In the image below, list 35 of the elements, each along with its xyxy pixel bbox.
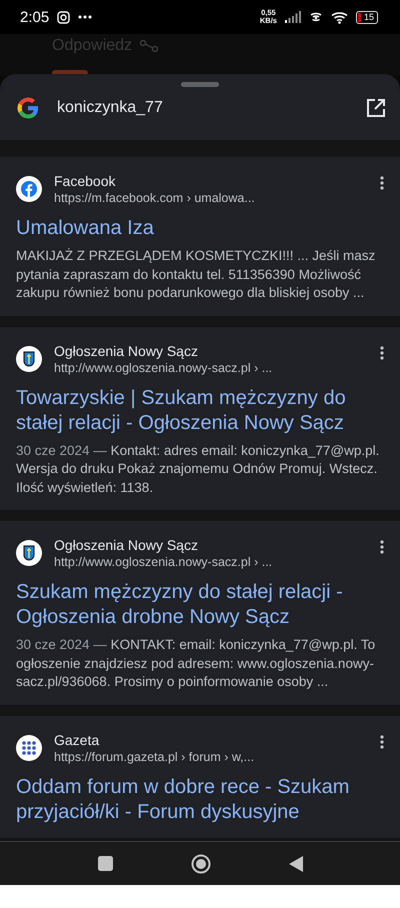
more-notifications-icon: [78, 15, 92, 19]
more-options-icon[interactable]: [380, 734, 384, 748]
result-url: https://forum.gazeta.pl › forum › w,...: [54, 748, 256, 766]
result-url: http://www.ogloszenia.nowy-sacz.pl › ...: [54, 554, 274, 571]
site-name: Ogłoszenia Nowy Sącz: [54, 536, 199, 554]
google-logo-icon: [17, 97, 39, 119]
hotspot-icon: [308, 10, 323, 24]
result-title-link[interactable]: Umalowana Iza: [16, 216, 384, 241]
site-name: Gazeta: [54, 730, 100, 748]
dots-logo-icon: [16, 734, 42, 760]
more-options-icon[interactable]: [380, 540, 384, 554]
facebook-logo-icon: [16, 176, 42, 202]
drag-handle[interactable]: [181, 82, 219, 87]
crest-logo-icon: [16, 540, 42, 566]
status-time: 2:05: [20, 8, 50, 26]
share-icon: [140, 40, 158, 52]
result-title-link[interactable]: Szukam mężczyzny do stałej relacji - Ogłoszenia drobne Nowy Sącz: [16, 580, 384, 630]
result-snippet: 30 cze 2024 — Kontakt: adres email: koniczynka_77@wp.pl. Wersja do druku Pokaż znajomemu Odnów Promuj. Wstecz. Ilość wyświetleń: 1138.: [16, 442, 380, 497]
result-url: https://m.facebook.com › umalowa...: [54, 190, 256, 207]
site-name: Ogłoszenia Nowy Sącz: [54, 342, 199, 360]
crest-logo-icon: [16, 346, 42, 372]
result-url: http://www.ogloszenia.nowy-sacz.pl › ...: [54, 360, 274, 376]
signal-icon: [284, 11, 301, 23]
result-snippet: 30 cze 2024 — KONTAKT: email: koniczynka_77@wp.pl. To ogłoszenie znajdziesz pod adresem: www.ogloszenia.nowy-sacz.pl/936068. Prosimy o poinformowanie osoby ...: [16, 636, 376, 691]
camera-app-icon: [57, 10, 70, 24]
result-snippet: MAKIJAŻ Z PRZEGLĄDEM KOSMETYCZKI!!! ... Jeśli masz pytania zapraszam do kontaktu tel. 511356390 Możliwość zakupu również bonu podarunkowego dla bliskiej osoby ...: [16, 247, 376, 302]
search-query: koniczynka_77: [57, 99, 164, 117]
wifi-icon: [330, 10, 348, 24]
site-name: Facebook: [54, 172, 116, 190]
more-options-icon[interactable]: [380, 346, 384, 360]
battery-indicator: 15: [356, 10, 378, 24]
open-external-icon[interactable]: [366, 98, 386, 118]
result-title-link[interactable]: Oddam forum w dobre rece - Szukam przyjaciół/ki - Forum dyskusyjne: [16, 774, 384, 824]
result-title-link[interactable]: Towarzyskie | Szukam mężczyzny do stałej relacji - Ogłoszenia Nowy Sącz: [16, 386, 384, 436]
more-options-icon[interactable]: [380, 176, 384, 190]
